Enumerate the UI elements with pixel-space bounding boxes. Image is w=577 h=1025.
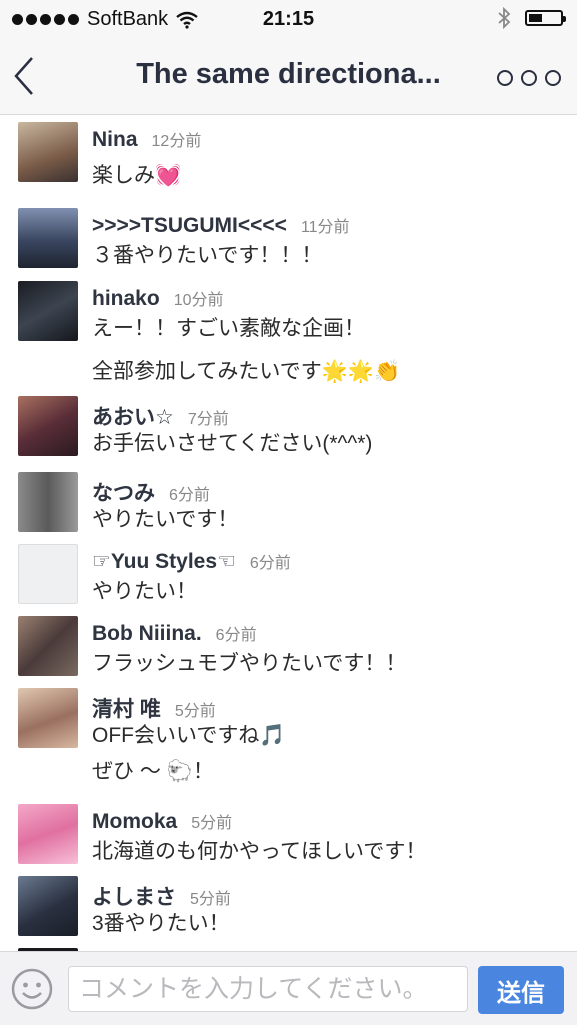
comment-time: 5分前 — [190, 891, 231, 908]
author-name: なつみ — [92, 482, 155, 505]
comment-time: 5分前 — [174, 703, 216, 720]
comment-input-bar: 送信 — [0, 951, 577, 1025]
comment-text: フラッシュモブやりたいです！！ — [92, 652, 407, 675]
avatar[interactable] — [18, 688, 78, 748]
comment-author: Momoka 5分前 — [92, 809, 232, 834]
comment-item: なつみ 6分前 やりたいです！ — [0, 467, 577, 539]
comment-item: Bob Niiina. 6分前 フラッシュモブやりたいです！！ — [0, 611, 577, 683]
author-name: あおい☆ — [92, 406, 174, 429]
send-button[interactable]: 送信 — [478, 966, 564, 1014]
author-name: 清村 唯 — [92, 698, 161, 721]
more-circles-icon[interactable] — [497, 70, 561, 86]
avatar[interactable] — [18, 544, 78, 604]
comment-text: OFF会いいですね🎵 — [92, 724, 286, 747]
avatar[interactable] — [18, 472, 78, 532]
comment-author: ☞Yuu Styles☜ 6分前 — [92, 549, 291, 574]
comment-input[interactable] — [68, 966, 468, 1012]
comment-text: 北海道のも何かやってほしいです！ — [92, 840, 427, 863]
comment-item: 清村 唯 5分前 OFF会いいですね🎵 ぜひ 〜 🐑！ — [0, 683, 577, 798]
comment-author: hinako 10分前 — [92, 286, 224, 311]
avatar[interactable] — [18, 208, 78, 268]
comment-text: 楽しみ💓 — [92, 164, 182, 187]
comment-item: よしまさ 5分前 3番やりたい！ — [0, 871, 577, 943]
author-name: Momoka — [92, 810, 178, 833]
comment-time: 7分前 — [187, 411, 229, 428]
comment-text: 3番やりたい！ — [92, 912, 230, 935]
comment-item: Nina 12分前 楽しみ💓 — [0, 117, 577, 201]
comment-time: 10分前 — [173, 292, 224, 309]
avatar[interactable] — [18, 804, 78, 864]
comment-text: やりたいです！ — [92, 508, 239, 531]
avatar[interactable] — [18, 616, 78, 676]
avatar[interactable] — [18, 281, 78, 341]
bluetooth-icon — [498, 7, 511, 29]
comment-item: >>>>TSUGUMI<<<< 11分前 ３番やりたいです！！！ — [0, 203, 577, 275]
clock: 21:15 — [262, 8, 315, 30]
author-name: >>>>TSUGUMI<<<< — [92, 214, 287, 237]
comment-item: あおい☆ 7分前 お手伝いさせてください(*^^*) — [0, 391, 577, 467]
smiley-icon[interactable] — [11, 968, 53, 1010]
comment-author: Bob Niiina. 6分前 — [92, 621, 257, 646]
comment-item: hinako 10分前 えー！！すごい素敵な企画！ 全部参加してみたいです🌟🌟👏 — [0, 276, 577, 391]
avatar[interactable] — [18, 122, 78, 182]
comment-item: Momoka 5分前 北海道のも何かやってほしいです！ — [0, 799, 577, 871]
comment-author: >>>>TSUGUMI<<<< 11分前 — [92, 213, 350, 238]
battery-icon — [525, 10, 566, 26]
author-name: よしまさ — [92, 886, 176, 909]
comment-text: お手伝いさせてください(*^^*) — [92, 432, 373, 455]
avatar[interactable] — [18, 876, 78, 936]
author-name: hinako — [92, 287, 160, 310]
nav-bar: The same directiona... — [0, 38, 577, 115]
author-name: Nina — [92, 128, 138, 151]
comment-time: 6分前 — [169, 487, 210, 504]
comment-text: ３番やりたいです！！！ — [92, 244, 323, 267]
comment-time: 6分前 — [249, 555, 291, 572]
comment-list[interactable]: Nina 12分前 楽しみ💓 >>>>TSUGUMI<<<< 11分前 ３番やりたい… — [0, 115, 577, 951]
comment-text: やりたい！ — [92, 580, 197, 603]
comment-time: 12分前 — [151, 133, 202, 150]
comment-item: ☞Yuu Styles☜ 6分前 やりたい！ — [0, 539, 577, 611]
comment-text: ぜひ 〜 🐑！ — [92, 760, 214, 783]
page-title: The same directiona... — [136, 58, 441, 90]
author-name: Bob Niiina. — [92, 622, 202, 645]
comment-time: 6分前 — [215, 627, 257, 644]
comment-time: 11分前 — [300, 219, 350, 236]
comment-author: Nina 12分前 — [92, 127, 201, 152]
chevron-left-icon[interactable] — [12, 56, 38, 96]
comment-time: 5分前 — [191, 815, 233, 832]
avatar[interactable] — [18, 396, 78, 456]
status-bar: SoftBank 21:15 — [0, 0, 577, 38]
comment-text: 全部参加してみたいです🌟🌟👏 — [92, 360, 401, 383]
comment-text: えー！！すごい素敵な企画！ — [92, 317, 365, 340]
author-name: ☞Yuu Styles☜ — [92, 550, 236, 573]
